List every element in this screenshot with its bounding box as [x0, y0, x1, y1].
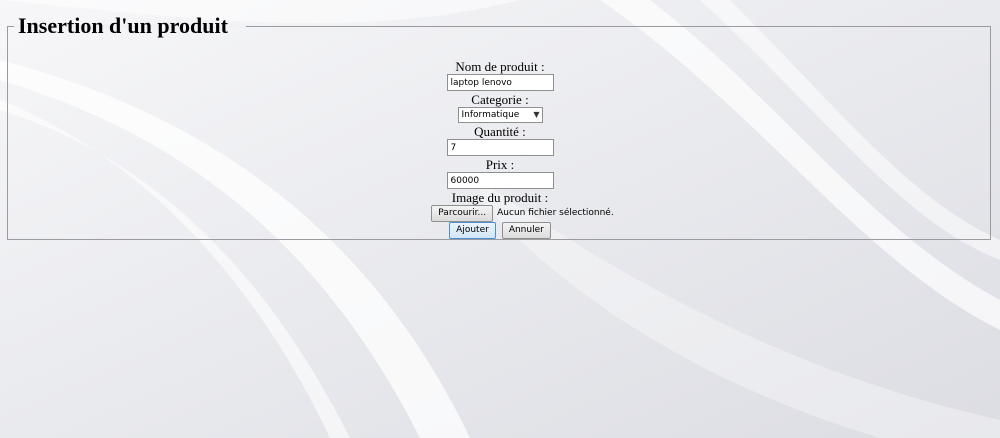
chevron-down-icon: ▼: [533, 110, 540, 119]
name-label: Nom de produit :: [455, 59, 545, 74]
form-title: Insertion d'un produit: [18, 13, 228, 38]
quantity-row: [0, 139, 1000, 156]
category-row: Informatique ▼: [0, 107, 1000, 124]
image-row: Parcourir... Aucun fichier sélectionné.: [0, 205, 1000, 222]
category-label: Categorie :: [471, 92, 529, 107]
category-selected-value: Informatique: [461, 110, 520, 120]
product-form: Nom de produit : Categorie : Informatiqu…: [0, 60, 1000, 239]
category-select[interactable]: Informatique ▼: [457, 107, 543, 123]
file-status-text: Aucun fichier sélectionné.: [497, 208, 614, 218]
browse-button[interactable]: Parcourir...: [431, 205, 494, 222]
image-label: Image du produit :: [451, 190, 549, 205]
name-input[interactable]: [446, 74, 554, 91]
quantity-label: Quantité :: [474, 124, 526, 139]
cancel-button[interactable]: Annuler: [501, 222, 551, 239]
name-row: [0, 74, 1000, 91]
actions-row: Ajouter Annuler: [0, 222, 1000, 239]
add-button[interactable]: Ajouter: [449, 222, 496, 239]
price-row: [0, 172, 1000, 189]
quantity-input[interactable]: [446, 139, 554, 156]
price-input[interactable]: [446, 172, 554, 189]
price-label: Prix :: [485, 157, 515, 172]
